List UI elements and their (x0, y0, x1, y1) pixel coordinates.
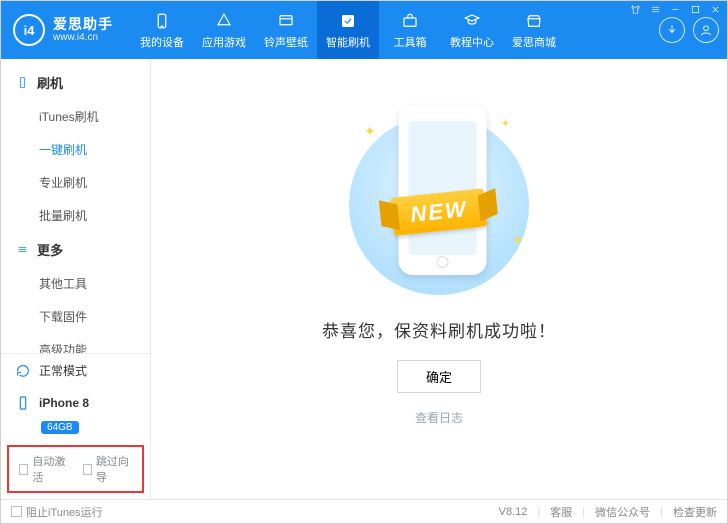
sidebar-group-flash[interactable]: 刷机 (1, 65, 150, 100)
checkbox-icon (11, 506, 22, 517)
version-label: V8.12 (499, 506, 528, 518)
checkbox-label: 自动激活 (32, 453, 68, 485)
maximize-button[interactable] (688, 2, 702, 16)
minimize-button[interactable] (668, 2, 682, 16)
sidebar-group-more[interactable]: 更多 (1, 232, 150, 267)
flash-options-highlight: 自动激活 跳过向导 (7, 445, 144, 493)
brand-logo-icon: i4 (13, 14, 45, 46)
user-button[interactable] (693, 17, 719, 43)
toolbox-icon (400, 11, 420, 31)
header: i4 爱思助手 www.i4.cn 我的设备 应用游戏 铃声壁纸 智能刷机 (1, 1, 727, 59)
refresh-icon (15, 363, 31, 379)
skin-button[interactable] (628, 2, 642, 16)
nav-label: 铃声壁纸 (264, 34, 308, 50)
support-link[interactable]: 客服 (550, 504, 572, 520)
checkbox-auto-activate[interactable]: 自动激活 (19, 453, 69, 485)
brand: i4 爱思助手 www.i4.cn (1, 1, 125, 59)
menu-button[interactable] (648, 2, 662, 16)
sidebar-item-pro-flash[interactable]: 专业刷机 (1, 166, 150, 199)
sidebar-item-download-firmware[interactable]: 下载固件 (1, 300, 150, 333)
checkbox-label: 跳过向导 (96, 453, 132, 485)
close-button[interactable] (708, 2, 722, 16)
nav-store[interactable]: 爱思商城 (503, 1, 565, 59)
sidebar-group-title: 更多 (37, 240, 63, 259)
nav-label: 应用游戏 (202, 34, 246, 50)
phone-small-icon (15, 76, 29, 90)
media-icon (276, 11, 296, 31)
device-mode[interactable]: 正常模式 (1, 354, 150, 387)
capacity-badge: 64GB (41, 421, 79, 434)
footer: 阻止iTunes运行 V8.12 | 客服 | 微信公众号 | 检查更新 (1, 499, 727, 523)
sidebar-group-title: 刷机 (37, 73, 63, 92)
device-name: iPhone 8 (39, 396, 89, 410)
phone-icon (15, 395, 31, 411)
sparkle-icon: ✦ (501, 117, 510, 130)
checkbox-icon (19, 464, 28, 475)
store-icon (524, 11, 544, 31)
device-info[interactable]: iPhone 8 64GB (1, 387, 150, 441)
nav-label: 爱思商城 (512, 34, 556, 50)
sparkle-icon: ✦ (512, 232, 524, 249)
nav-label: 教程中心 (450, 34, 494, 50)
success-illustration: ✦ ✦ ✦ NEW (324, 95, 554, 295)
sidebar-item-itunes-flash[interactable]: iTunes刷机 (1, 100, 150, 133)
top-nav: 我的设备 应用游戏 铃声壁纸 智能刷机 工具箱 教程中心 (131, 1, 565, 59)
checkbox-icon (83, 464, 92, 475)
ok-button[interactable]: 确定 (397, 360, 481, 393)
success-message: 恭喜您，保资料刷机成功啦！ (322, 317, 556, 342)
brand-name: 爱思助手 (53, 17, 113, 32)
nav-label: 工具箱 (394, 34, 427, 50)
download-button[interactable] (659, 17, 685, 43)
checkbox-label: 阻止iTunes运行 (26, 504, 103, 520)
nav-label: 智能刷机 (326, 34, 370, 50)
nav-my-device[interactable]: 我的设备 (131, 1, 193, 59)
nav-ringtones[interactable]: 铃声壁纸 (255, 1, 317, 59)
nav-flash[interactable]: 智能刷机 (317, 1, 379, 59)
checkbox-block-itunes[interactable]: 阻止iTunes运行 (11, 504, 103, 520)
main-content: ✦ ✦ ✦ NEW 恭喜您，保资料刷机成功啦！ 确定 查看日志 (151, 59, 727, 499)
view-log-link[interactable]: 查看日志 (415, 409, 463, 426)
sidebar-item-oneclick-flash[interactable]: 一键刷机 (1, 133, 150, 166)
sidebar-item-batch-flash[interactable]: 批量刷机 (1, 199, 150, 232)
nav-label: 我的设备 (140, 34, 184, 50)
sidebar-item-advanced[interactable]: 高级功能 (1, 333, 150, 353)
more-icon (15, 243, 29, 257)
check-update-link[interactable]: 检查更新 (673, 504, 717, 520)
nav-toolbox[interactable]: 工具箱 (379, 1, 441, 59)
nav-tutorials[interactable]: 教程中心 (441, 1, 503, 59)
nav-apps[interactable]: 应用游戏 (193, 1, 255, 59)
sidebar-item-other-tools[interactable]: 其他工具 (1, 267, 150, 300)
checkbox-skip-guide[interactable]: 跳过向导 (83, 453, 133, 485)
device-icon (152, 11, 172, 31)
sparkle-icon: ✦ (364, 123, 376, 140)
flash-icon (338, 11, 358, 31)
sidebar: 刷机 iTunes刷机 一键刷机 专业刷机 批量刷机 更多 其他工具 下载固件 … (1, 59, 151, 499)
tutorial-icon (462, 11, 482, 31)
apps-icon (214, 11, 234, 31)
mode-label: 正常模式 (39, 362, 87, 379)
wechat-link[interactable]: 微信公众号 (595, 504, 650, 520)
brand-url: www.i4.cn (53, 32, 113, 43)
